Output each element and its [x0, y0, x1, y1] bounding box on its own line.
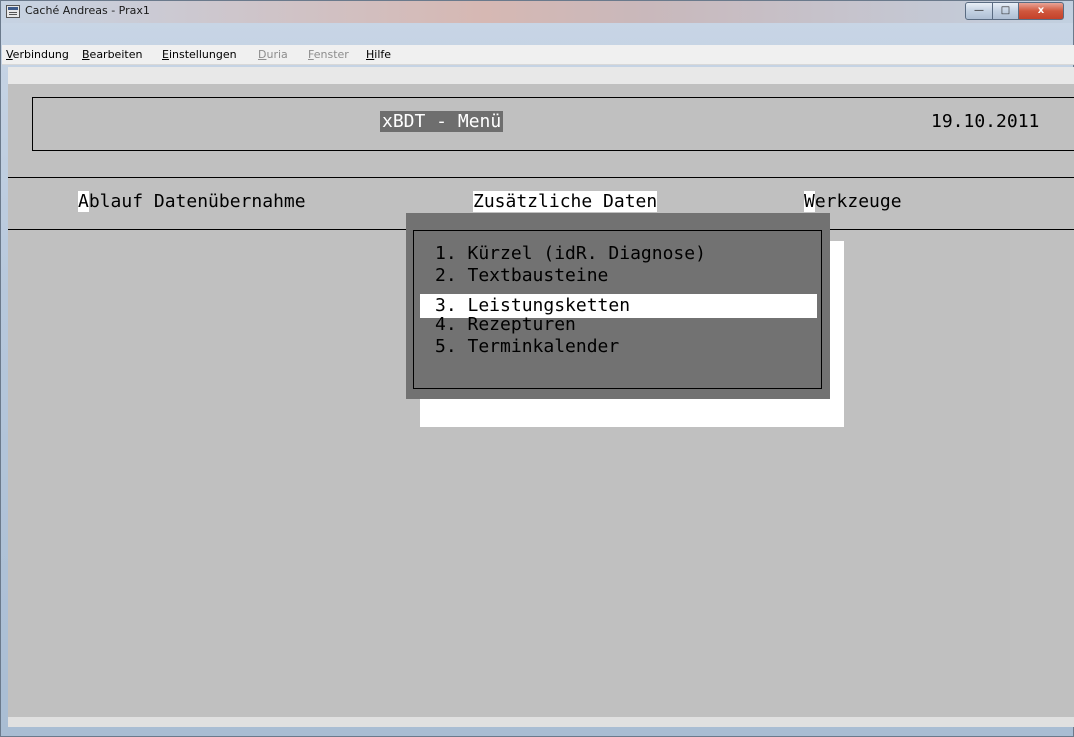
topmenu-zusaetzliche-daten[interactable]: Zusätzliche Daten — [473, 191, 658, 212]
dropdown-item-terminkalender[interactable]: 5. Terminkalender — [420, 336, 817, 358]
dropdown-item-kuerzel[interactable]: 1. Kürzel (idR. Diagnose) — [420, 243, 817, 265]
topmenu-werkzeuge[interactable]: Werkzeuge — [804, 191, 902, 212]
window-title: Caché Andreas - Prax1 — [25, 4, 150, 17]
screen-date: 19.10.2011 — [931, 111, 1040, 132]
menu-bar: Verbindung Bearbeiten Einstellungen Duri… — [2, 45, 1074, 65]
menu-hilfe[interactable]: Hilfe — [366, 48, 391, 61]
menu-verbindung[interactable]: Verbindung — [6, 48, 69, 61]
menu-bearbeiten[interactable]: Bearbeiten — [82, 48, 142, 61]
menu-separator-top — [8, 177, 1074, 178]
topmenu-ablauf[interactable]: Ablauf Datenübernahme — [78, 191, 306, 212]
menu-fenster[interactable]: Fenster — [308, 48, 349, 61]
terminal-top-strip — [8, 67, 1074, 84]
title-bar[interactable]: Caché Andreas - Prax1 — □ x — [1, 1, 1073, 23]
close-button[interactable]: x — [1018, 2, 1064, 20]
terminal-bottom-strip — [8, 717, 1074, 727]
screen-title: xBDT - Menü — [380, 111, 504, 132]
menu-einstellungen[interactable]: Einstellungen — [162, 48, 237, 61]
terminal-app-icon[interactable] — [6, 5, 20, 18]
terminal-screen[interactable]: xBDT - Menü 19.10.2011 Ablauf Datenübern… — [8, 67, 1074, 727]
header-frame — [32, 97, 1074, 151]
application-window: Caché Andreas - Prax1 — □ x Verbindung B… — [0, 0, 1074, 737]
menu-duria[interactable]: Duria — [258, 48, 288, 61]
maximize-button[interactable]: □ — [992, 2, 1019, 20]
dropdown-menu: 1. Kürzel (idR. Diagnose) 2. Textbaustei… — [406, 213, 830, 399]
dropdown-item-textbausteine[interactable]: 2. Textbausteine — [420, 265, 817, 287]
minimize-button[interactable]: — — [965, 2, 993, 20]
dropdown-item-rezepturen[interactable]: 4. Rezepturen — [420, 314, 817, 336]
